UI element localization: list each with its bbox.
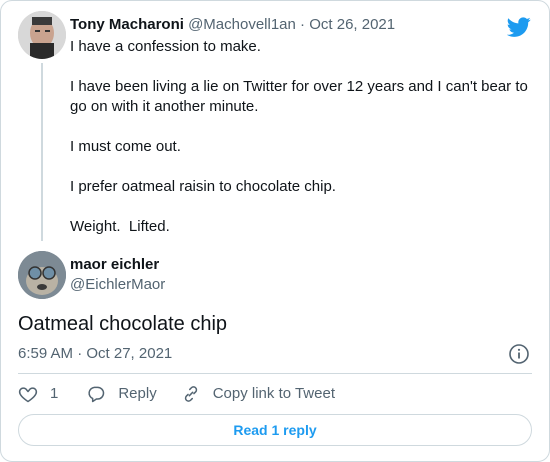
speech-bubble-icon <box>88 386 105 403</box>
twitter-bird-icon[interactable] <box>507 15 531 39</box>
parent-paragraph: Weight. Lifted. <box>70 218 170 235</box>
copy-link-label: Copy link to Tweet <box>212 385 335 402</box>
reply-button[interactable]: Reply <box>86 384 157 404</box>
header-separator: · <box>295 16 310 33</box>
parent-paragraph: I prefer oatmeal raisin to chocolate chi… <box>70 178 336 195</box>
heart-icon <box>18 387 38 403</box>
read-replies-button[interactable]: Read 1 reply <box>18 414 532 446</box>
thread-connector-line <box>41 63 43 241</box>
parent-paragraph: I must come out. <box>70 138 181 155</box>
link-icon <box>184 386 197 402</box>
reply-author-name[interactable]: maor eichler <box>70 255 159 275</box>
divider <box>18 373 532 374</box>
parent-tweet-body: I have a confession to make. I have been… <box>70 37 540 237</box>
parent-paragraph: I have been living a lie on Twitter for … <box>70 78 528 115</box>
reply-tweet-text: Oatmeal chocolate chip <box>18 313 228 335</box>
parent-author-avatar[interactable] <box>18 11 66 59</box>
parent-author-handle[interactable]: @Machovell1an <box>188 16 296 33</box>
like-button[interactable]: 1 <box>18 384 58 404</box>
info-icon[interactable] <box>508 343 530 365</box>
like-count: 1 <box>50 385 59 402</box>
reply-author-avatar[interactable] <box>18 251 66 299</box>
copy-link-button[interactable]: Copy link to Tweet <box>181 384 335 404</box>
reply-label: Reply <box>118 385 157 402</box>
embedded-tweet-card: Tony Macharoni @Machovell1an · Oct 26, 2… <box>0 0 550 462</box>
parent-tweet-header: Tony Macharoni @Machovell1an · Oct 26, 2… <box>70 15 395 35</box>
reply-timestamp[interactable]: 6:59 AM · Oct 27, 2021 <box>18 344 172 364</box>
parent-tweet-date[interactable]: Oct 26, 2021 <box>309 16 395 33</box>
parent-paragraph: I have a confession to make. <box>70 38 261 55</box>
tweet-actions: 1 Reply Copy link to Tweet <box>18 384 335 404</box>
parent-author-name[interactable]: Tony Macharoni <box>70 16 184 33</box>
reply-author-handle[interactable]: @EichlerMaor <box>70 275 165 295</box>
